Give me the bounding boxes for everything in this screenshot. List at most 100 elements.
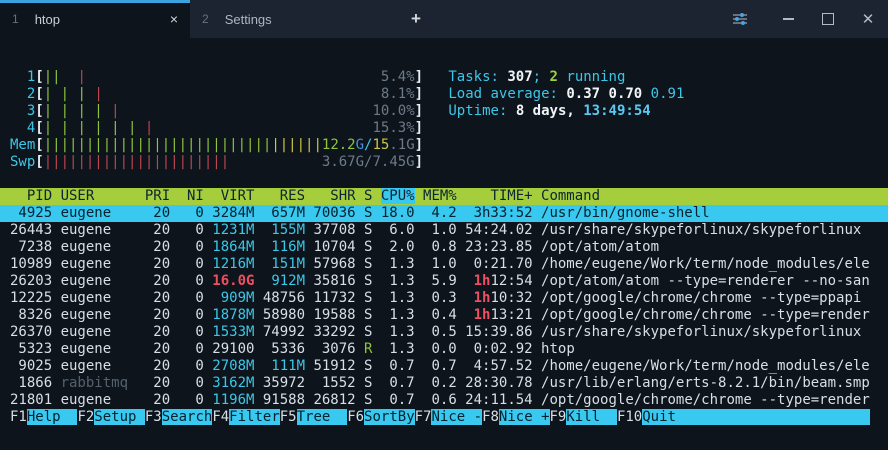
f4-key[interactable]: F4	[212, 409, 229, 425]
text-segment	[120, 103, 373, 119]
uptime-days: 8 days,	[516, 103, 583, 119]
cpu1-percent: 5.4%	[372, 69, 414, 85]
close-icon: ✕	[862, 10, 875, 28]
text-segment: 1216M 151M	[212, 256, 305, 272]
process-row[interactable]: 26370 eugene 20 0 1533M 74992 33292 S 1.…	[0, 324, 888, 341]
f7-key[interactable]: F7	[415, 409, 432, 425]
f1-help-button[interactable]: Help	[27, 409, 78, 425]
cpu3-percent: 10.0%	[372, 103, 414, 119]
cpu4-bar: | | | | | |	[44, 120, 145, 136]
f5-tree-button[interactable]: Tree	[297, 409, 348, 425]
text-segment: 5323 eugene 20 0 29100 5336 3076	[10, 341, 364, 357]
process-row[interactable]: 8326 eugene 20 0 1878M 58980 19588 S 1.3…	[0, 307, 888, 324]
process-row-selected[interactable]: 4925 eugene 20 0 3284M 657M 70036 S 18.0…	[0, 205, 888, 222]
text-segment: ]	[415, 154, 423, 170]
text-segment: 91588 26812 S 0.7 0.6 24:11.54 /opt/goog…	[254, 392, 869, 408]
text-segment: |	[77, 69, 85, 85]
f9-key[interactable]: F9	[550, 409, 567, 425]
f4-filter-button[interactable]: Filter	[229, 409, 280, 425]
cpu3-label: 3	[10, 103, 35, 119]
preferences-sliders-icon[interactable]	[720, 0, 760, 38]
tab-close-icon[interactable]: ×	[170, 12, 178, 26]
process-row[interactable]: 5323 eugene 20 0 29100 5336 3076 R 1.3 0…	[0, 341, 888, 358]
text-segment: 10704 S 2.0 0.8 23:23.85 /opt/atom/atom	[305, 239, 659, 255]
process-row[interactable]: 7238 eugene 20 0 1864M 116M 10704 S 2.0 …	[0, 239, 888, 256]
process-row[interactable]: 21801 eugene 20 0 1196M 91588 26812 S 0.…	[0, 392, 888, 409]
header-columns-right[interactable]: MEM% TIME+ Command	[415, 188, 600, 204]
process-row[interactable]: 1866 rabbitmq 20 0 3162M 35972 1552 S 0.…	[0, 375, 888, 392]
text-segment: 13:21 /opt/google/chrome/chrome --type=r…	[490, 307, 869, 323]
text-segment	[229, 154, 322, 170]
text-segment: ]	[415, 120, 423, 136]
text-segment: 1h	[474, 290, 491, 306]
memory-total: 15	[372, 137, 389, 153]
window-titlebar: 1 htop × 2 Settings + ✕	[0, 0, 888, 38]
text-segment: 1h	[474, 273, 491, 289]
text-segment: 37708 S 6.0 1.0 54:24.02 /usr/share/skyp…	[305, 222, 861, 238]
process-row[interactable]: 12225 eugene 20 0 909M 48756 11732 S 1.3…	[0, 290, 888, 307]
text-segment: [	[35, 103, 43, 119]
text-segment	[103, 86, 373, 102]
uptime-time: 13:49:54	[583, 103, 650, 119]
tasks-count: 307	[507, 69, 532, 85]
f7-nice-minus-button[interactable]: Nice -	[431, 409, 482, 425]
text-segment: 48756 11732 S 1.3 0.3	[254, 290, 473, 306]
cpu1-meter-and-tasks: 1[|| | 5.4%] Tasks: 307; 2 running	[0, 69, 888, 86]
cpu1-bar: ||	[44, 69, 61, 85]
sort-column-cpu[interactable]: CPU%	[381, 188, 415, 204]
f1-key[interactable]: F1	[10, 409, 27, 425]
tab-settings[interactable]: 2 Settings	[190, 0, 380, 38]
f10-quit-button[interactable]: Quit	[642, 409, 870, 425]
text-segment: running	[558, 69, 625, 85]
text-segment: [	[35, 154, 43, 170]
uptime-label: Uptime:	[448, 103, 515, 119]
cpu3-bar: | | | |	[44, 103, 111, 119]
text-segment: [	[35, 120, 43, 136]
f5-key[interactable]: F5	[280, 409, 297, 425]
text-segment: 16.0G	[212, 273, 254, 289]
window-controls: ✕	[720, 0, 888, 38]
text-segment: ]	[415, 69, 423, 85]
text-segment: [	[35, 86, 43, 102]
text-segment: ]	[415, 103, 423, 119]
f6-sortby-button[interactable]: SortBy	[364, 409, 415, 425]
f8-key[interactable]: F8	[482, 409, 499, 425]
text-segment: 20 0	[136, 375, 212, 391]
tab-number: 2	[202, 12, 209, 26]
f9-kill-button[interactable]: Kill	[566, 409, 617, 425]
text-segment: 1878M	[212, 307, 254, 323]
cpu4-meter: 4[| | | | | | | 15.3%]	[0, 120, 888, 137]
text-segment: 909M	[221, 290, 255, 306]
f10-key[interactable]: F10	[617, 409, 642, 425]
swap-meter: Swp[|||||||||||||||||||||| 3.67G/7.45G]	[0, 154, 888, 171]
text-segment: 912M	[263, 273, 305, 289]
minimize-button[interactable]	[768, 0, 808, 38]
text-segment	[423, 86, 448, 102]
close-button[interactable]: ✕	[848, 0, 888, 38]
minimize-icon	[783, 18, 794, 20]
process-row[interactable]: 9025 eugene 20 0 2708M 111M 51912 S 0.7 …	[0, 358, 888, 375]
load-average-15min: 0.91	[651, 86, 685, 102]
text-segment: 26443 eugene 20 0	[10, 222, 212, 238]
new-tab-button[interactable]: +	[398, 0, 434, 38]
f2-setup-button[interactable]: Setup	[94, 409, 145, 425]
f3-key[interactable]: F3	[145, 409, 162, 425]
active-tab-indicator	[0, 0, 190, 3]
text-segment: rabbitmq	[61, 375, 137, 391]
f8-nice-plus-button[interactable]: Nice +	[499, 409, 550, 425]
function-key-bar: F1Help F2Setup F3SearchF4FilterF5Tree F6…	[0, 409, 888, 426]
process-row[interactable]: 10989 eugene 20 0 1216M 151M 57968 S 1.3…	[0, 256, 888, 273]
tab-htop[interactable]: 1 htop ×	[0, 0, 190, 38]
f2-key[interactable]: F2	[77, 409, 94, 425]
f6-key[interactable]: F6	[347, 409, 364, 425]
header-columns[interactable]: PID USER PRI NI VIRT RES SHR S	[10, 188, 381, 204]
memory-label: Mem	[10, 137, 35, 153]
text-segment: 8326 eugene 20 0	[10, 307, 212, 323]
process-row[interactable]: 26443 eugene 20 0 1231M 155M 37708 S 6.0…	[0, 222, 888, 239]
text-segment: 10:32 /opt/google/chrome/chrome --type=p…	[490, 290, 861, 306]
maximize-button[interactable]	[808, 0, 848, 38]
f3-search-button[interactable]: Search	[162, 409, 213, 425]
table-header[interactable]: PID USER PRI NI VIRT RES SHR S CPU% MEM%…	[0, 188, 888, 205]
process-row[interactable]: 26203 eugene 20 0 16.0G 912M 35816 S 1.3…	[0, 273, 888, 290]
text-segment: 58980 19588 S 1.3 0.4	[254, 307, 473, 323]
